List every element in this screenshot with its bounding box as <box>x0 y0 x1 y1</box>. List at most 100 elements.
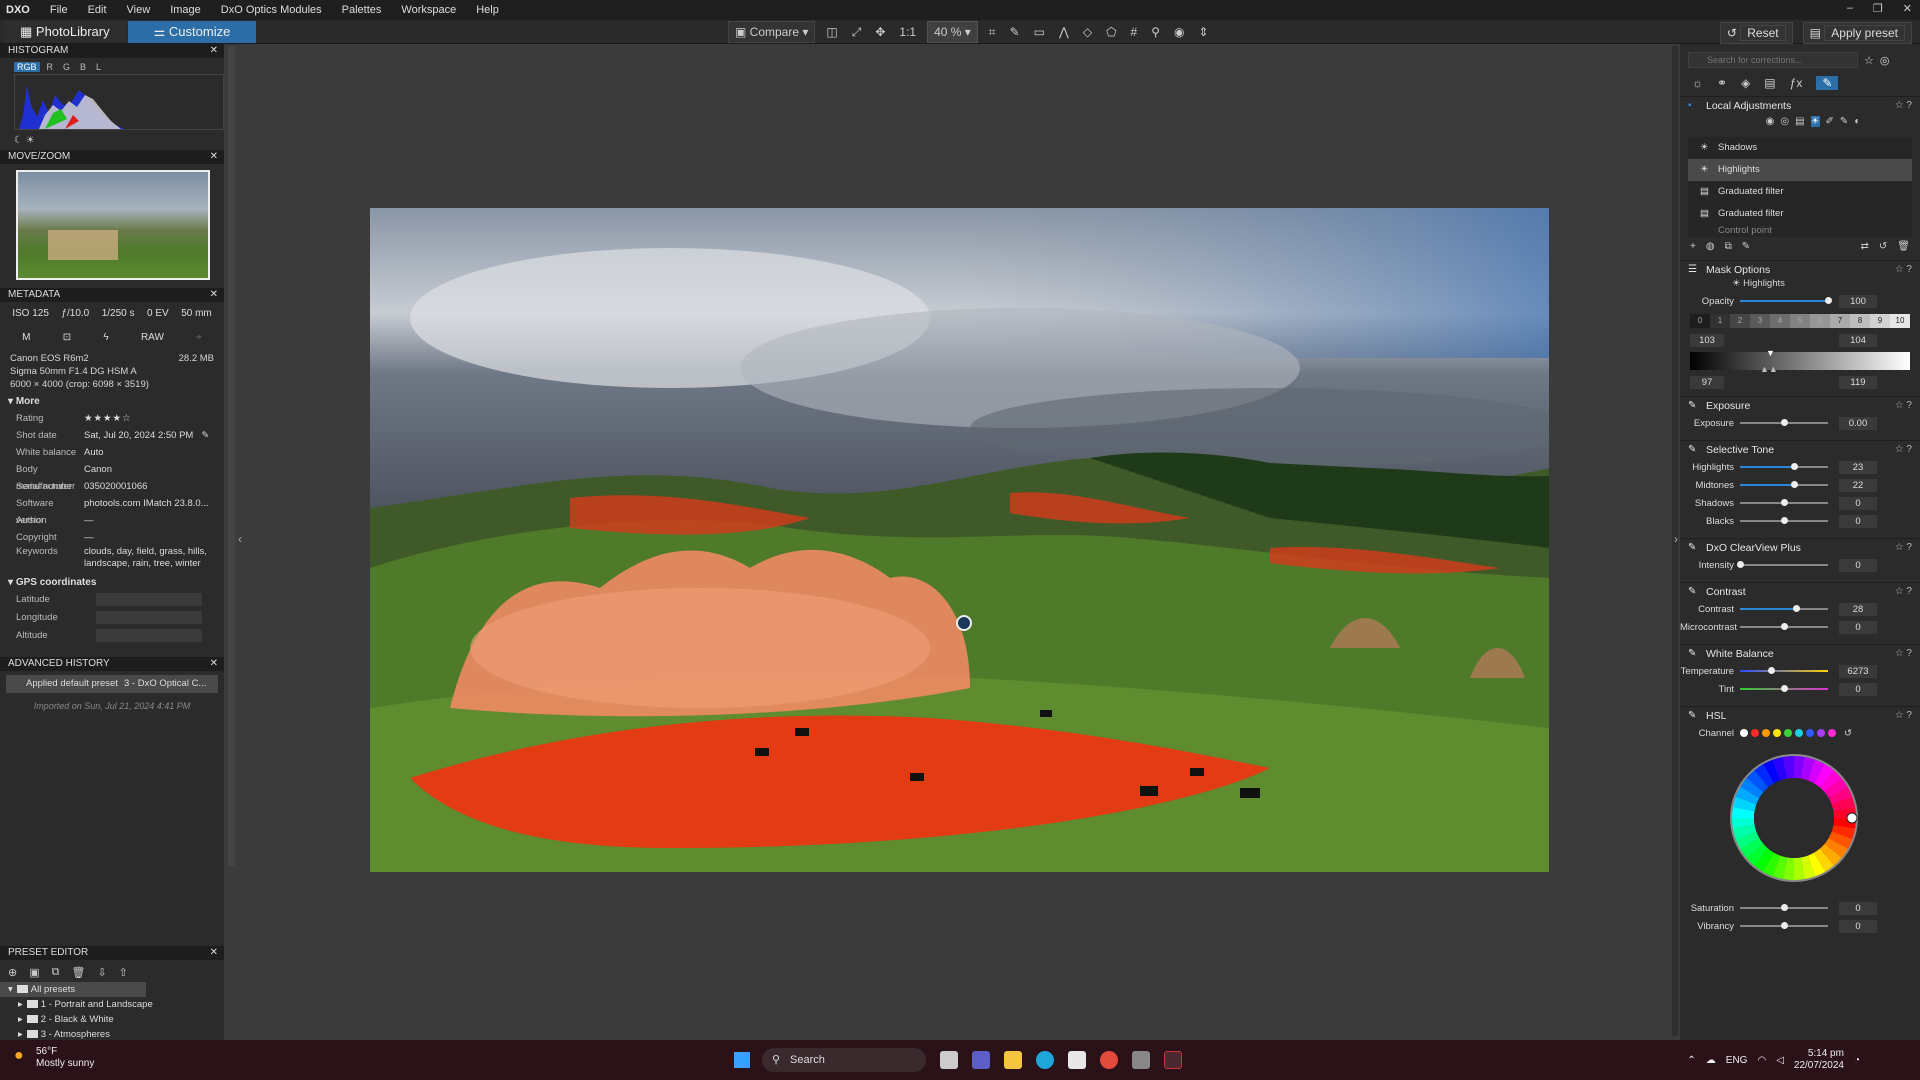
image-viewer[interactable] <box>370 208 1549 872</box>
brush-tool-icon[interactable]: ✐ <box>1826 116 1834 127</box>
control-line-tool-icon[interactable]: ◎ <box>1780 116 1789 127</box>
exposure-header[interactable]: ✎ Exposure ☆ ? <box>1680 396 1920 414</box>
grid-tool-icon[interactable]: # <box>1128 22 1141 42</box>
microcontrast-slider[interactable] <box>1740 623 1828 630</box>
import-preset-icon[interactable]: ⇩ <box>97 966 106 979</box>
collapse-left-icon[interactable]: ‹ <box>238 532 242 546</box>
zone-button[interactable]: 9 <box>1870 314 1890 328</box>
effects-icon[interactable]: ƒx <box>1790 76 1803 90</box>
pen-tool-icon[interactable]: ✎ <box>1840 116 1848 127</box>
wifi-icon[interactable]: ◠ <box>1757 1055 1766 1066</box>
channel-dot[interactable] <box>1751 729 1759 737</box>
add-icon[interactable]: + <box>1690 241 1696 252</box>
minimize-icon[interactable]: – <box>1847 2 1853 15</box>
mask-options-header[interactable]: ☰ Mask Options ☆ ? <box>1680 260 1920 278</box>
reset-icon[interactable]: ↺ <box>1844 728 1852 739</box>
duplicate-preset-icon[interactable]: ⧉ <box>52 966 60 979</box>
favorite-help-icons[interactable]: ☆ ? <box>1895 441 1912 459</box>
task-view-icon[interactable] <box>940 1051 958 1069</box>
eye-icon[interactable]: ◎ <box>1880 54 1890 67</box>
chevron-up-icon[interactable]: ⌃ <box>1687 1055 1695 1066</box>
range-low-out[interactable]: 97 <box>1690 376 1724 389</box>
menu-view[interactable]: View <box>117 4 161 16</box>
new-preset-icon[interactable]: ⊕ <box>8 966 17 979</box>
reset-icon[interactable]: ↺ <box>1879 241 1887 252</box>
channel-dot[interactable] <box>1795 729 1803 737</box>
midtones-value[interactable]: 22 <box>1839 478 1877 492</box>
zone-button[interactable]: 4 <box>1770 314 1790 328</box>
light-icon[interactable]: ☼ <box>1692 76 1703 90</box>
hue-handle[interactable] <box>1846 812 1858 824</box>
range-high-out[interactable]: 119 <box>1839 376 1877 389</box>
rename-icon[interactable]: ✎ <box>1742 241 1750 252</box>
volume-icon[interactable]: ◁ <box>1776 1055 1784 1066</box>
tone-range-gradient[interactable]: ▼ ▲▲ <box>1690 348 1910 374</box>
collapse-right-icon[interactable]: › <box>1674 532 1678 546</box>
zone-button[interactable]: 1 <box>1710 314 1730 328</box>
geometry-icon[interactable]: ▤ <box>1764 76 1775 90</box>
language-indicator[interactable]: ENG <box>1726 1055 1748 1066</box>
highlights-value[interactable]: 23 <box>1839 460 1877 474</box>
eraser-tool-icon[interactable]: ◐ <box>1854 116 1860 127</box>
star-icon[interactable]: ☆ <box>1864 54 1874 67</box>
perspective-8-icon[interactable]: ⬠ <box>1103 22 1119 42</box>
detail-icon[interactable]: ◈ <box>1741 76 1750 90</box>
channel-g[interactable]: G <box>60 62 73 72</box>
contrast-header[interactable]: ✎ Contrast ☆ ? <box>1680 582 1920 600</box>
navigator-thumbnail[interactable] <box>16 170 210 280</box>
close-icon[interactable]: ✕ <box>1903 2 1912 15</box>
menu-edit[interactable]: Edit <box>78 4 117 16</box>
channel-dot[interactable] <box>1828 729 1836 737</box>
tint-slider[interactable] <box>1740 685 1828 692</box>
channel-b[interactable]: B <box>77 62 89 72</box>
close-icon[interactable]: ✕ <box>210 150 218 164</box>
duplicate-icon[interactable]: ⧉ <box>1725 241 1732 252</box>
zone-button[interactable]: 5 <box>1790 314 1810 328</box>
start-icon[interactable] <box>734 1052 750 1068</box>
before-after-icon[interactable]: ⇕ <box>1195 22 1211 42</box>
repair-icon[interactable]: ⚲ <box>1148 22 1163 42</box>
perspective-rect-icon[interactable]: ◇ <box>1080 22 1095 42</box>
exposure-slider[interactable] <box>1740 419 1828 426</box>
list-item[interactable]: ☀ Shadows <box>1688 137 1912 159</box>
file-explorer-icon[interactable] <box>1004 1051 1022 1069</box>
favorite-help-icons[interactable]: ☆ ? <box>1895 539 1912 557</box>
gradient-tool-icon[interactable]: ▤ <box>1795 116 1804 127</box>
altitude-field[interactable] <box>96 629 202 642</box>
compare-button[interactable]: ▣ Compare ▾ <box>728 21 816 43</box>
crop-icon[interactable]: ⌗ <box>986 22 999 42</box>
longitude-field[interactable] <box>96 611 202 624</box>
reset-button[interactable]: ↺ Reset <box>1719 22 1793 44</box>
channel-dot[interactable] <box>1784 729 1792 737</box>
tab-photolibrary[interactable]: ▦ PhotoLibrary <box>4 21 126 43</box>
intensity-slider[interactable] <box>1737 561 1828 568</box>
zoom-1-1-button[interactable]: 1:1 <box>896 22 919 42</box>
control-point-tool-icon[interactable]: ◉ <box>1766 116 1775 127</box>
clearview-header[interactable]: ✎ DxO ClearView Plus ☆ ? <box>1680 538 1920 556</box>
weather-widget[interactable]: ● 56°F Mostly sunny <box>14 1046 94 1070</box>
list-item[interactable]: ▤ Graduated filter <box>1688 181 1912 203</box>
range-handle-icon[interactable]: ▼ <box>1766 348 1775 358</box>
opacity-value[interactable]: 100 <box>1839 294 1877 308</box>
list-item[interactable]: ▤ Graduated filter <box>1688 203 1912 225</box>
menu-palettes[interactable]: Palettes <box>332 4 392 16</box>
close-icon[interactable]: ✕ <box>210 44 218 58</box>
mask-icon[interactable]: ◍ <box>1706 241 1715 252</box>
channel-rgb[interactable]: RGB <box>14 62 40 72</box>
menu-file[interactable]: File <box>40 4 78 16</box>
export-preset-icon[interactable]: ⇧ <box>119 966 128 979</box>
zone-button[interactable]: 2 <box>1730 314 1750 328</box>
dxo-app-icon[interactable] <box>1164 1051 1182 1069</box>
left-scrollbar[interactable] <box>228 46 235 866</box>
channel-dot[interactable] <box>1740 729 1748 737</box>
favorite-help-icons[interactable]: ☆ ? <box>1895 583 1912 601</box>
tree-item-all-presets[interactable]: ▾ All presets <box>0 982 146 997</box>
saturation-slider[interactable] <box>1740 904 1828 911</box>
store-icon[interactable] <box>1068 1051 1086 1069</box>
edit-icon[interactable]: ✎ <box>201 427 209 444</box>
shadows-value[interactable]: 0 <box>1839 496 1877 510</box>
menu-workspace[interactable]: Workspace <box>391 4 466 16</box>
zone-button[interactable]: 8 <box>1850 314 1870 328</box>
shadows-slider[interactable] <box>1740 499 1828 506</box>
local-adjustments-header[interactable]: ▪ Local Adjustments ☆ ? <box>1680 96 1920 114</box>
